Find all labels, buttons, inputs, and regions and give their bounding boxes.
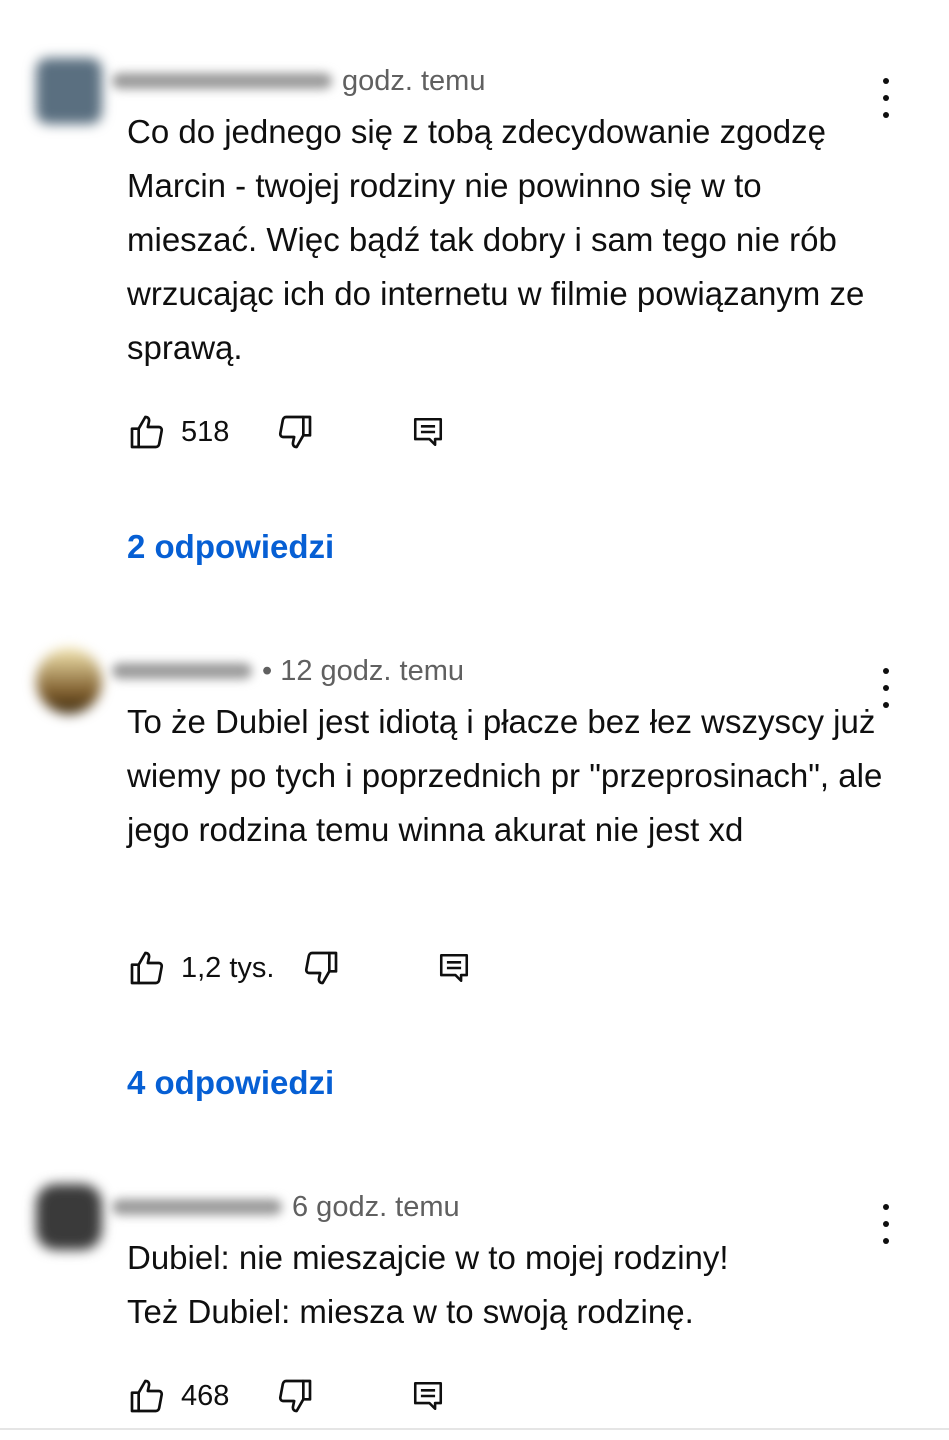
avatar[interactable] [36, 58, 102, 124]
comment-text: Dubiel: nie mieszajcie w to mojej rodzin… [127, 1239, 729, 1330]
avatar[interactable] [36, 648, 102, 714]
like-count: 1,2 tys. [181, 951, 275, 984]
like-count: 468 [181, 1379, 230, 1412]
reply-comment-icon [413, 417, 443, 447]
like-button[interactable]: 1,2 tys. [127, 948, 275, 988]
blurred-author-name[interactable] [112, 73, 332, 89]
thumb-down-icon [304, 951, 338, 985]
thumb-up-icon [130, 415, 164, 449]
bottom-divider [0, 1428, 949, 1430]
like-button[interactable]: 518 [127, 412, 229, 452]
like-count: 518 [181, 415, 230, 448]
comment-text: Co do jednego się z tobą zdecydowanie zg… [127, 113, 865, 366]
reply-button[interactable] [411, 412, 445, 452]
comment-text: To że Dubiel jest idiotą i płacze bez łe… [127, 703, 883, 848]
dislike-button[interactable] [275, 1376, 315, 1416]
like-button[interactable]: 468 [127, 1376, 229, 1416]
comment-time: 6 godz. temu [292, 1190, 460, 1223]
thumb-down-icon [278, 415, 312, 449]
comment-time: • 12 godz. temu [262, 654, 464, 687]
comment-meta: 6 godz. temu [112, 1189, 460, 1225]
view-replies-link[interactable]: 2 odpowiedzi [127, 528, 334, 566]
blurred-author-name[interactable] [112, 1199, 282, 1215]
reply-button[interactable] [437, 948, 471, 988]
comment-actions: 1,2 tys. [127, 948, 727, 988]
comment-actions: 468 [127, 1376, 727, 1416]
reply-button[interactable] [411, 1376, 445, 1416]
thumb-down-icon [278, 1379, 312, 1413]
comment-meta: • 12 godz. temu [112, 653, 464, 689]
avatar[interactable] [36, 1184, 102, 1250]
thumb-up-icon [130, 951, 164, 985]
reply-comment-icon [439, 953, 469, 983]
comment-time: godz. temu [342, 64, 486, 97]
dislike-button[interactable] [301, 948, 341, 988]
thumb-up-icon [130, 1379, 164, 1413]
reply-comment-icon [413, 1381, 443, 1411]
view-replies-link[interactable]: 4 odpowiedzi [127, 1064, 334, 1102]
comment-meta: godz. temu [112, 63, 485, 99]
dislike-button[interactable] [275, 412, 315, 452]
blurred-author-name[interactable] [112, 663, 252, 679]
comment-actions: 518 [127, 412, 727, 452]
